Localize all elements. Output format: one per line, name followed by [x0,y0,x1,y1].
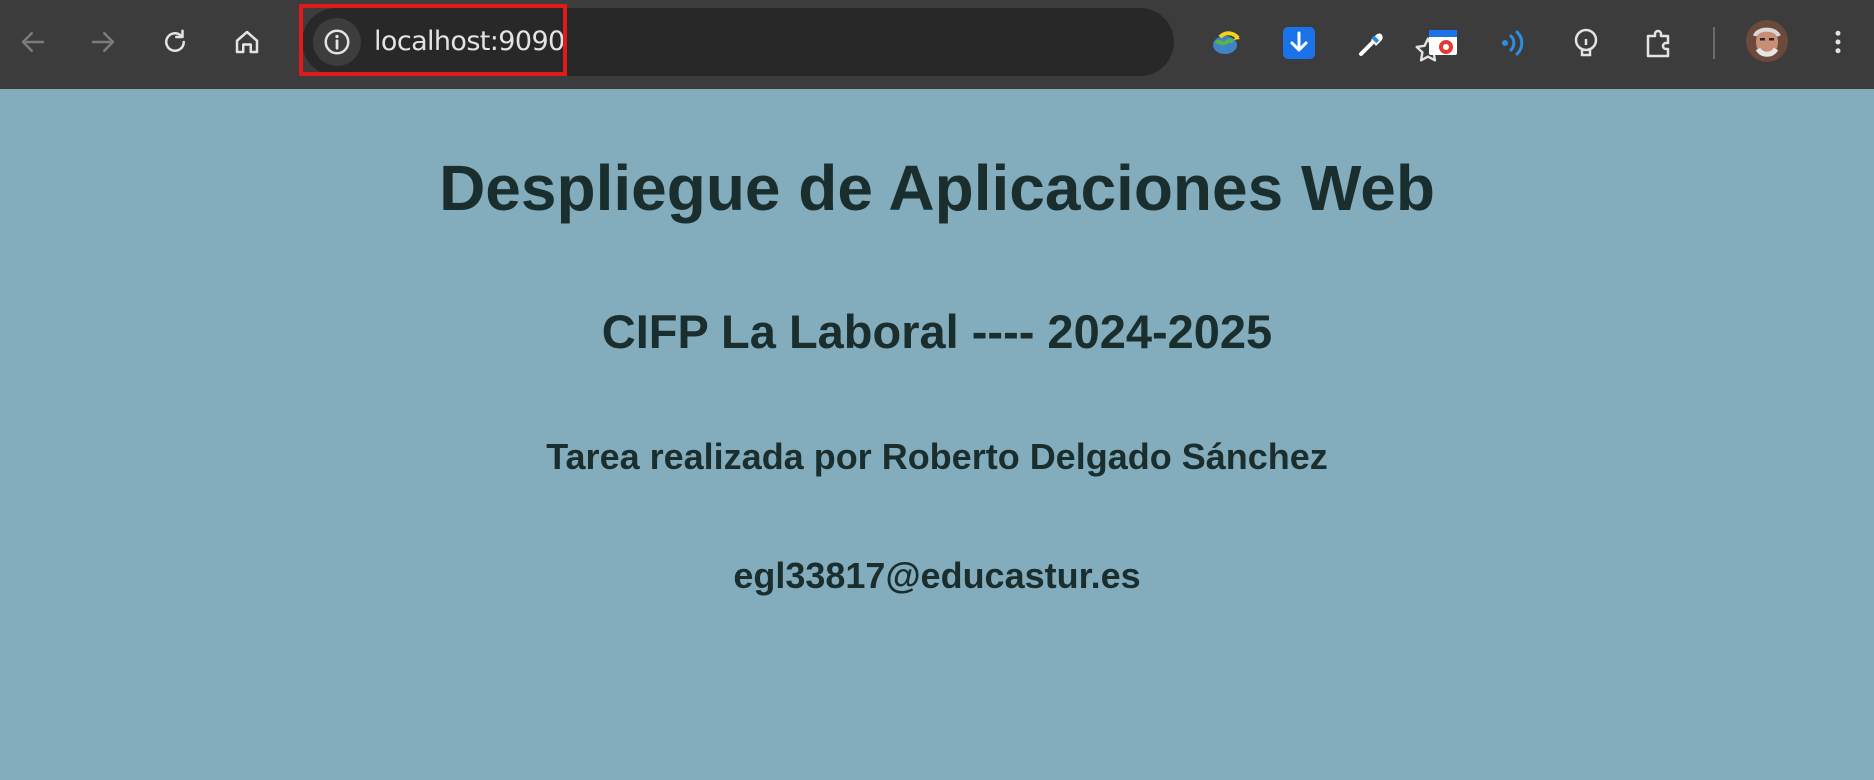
extension-download[interactable] [1277,21,1321,65]
lightbulb-icon [1574,28,1598,57]
home-icon [235,30,259,54]
puzzle-icon [1646,29,1670,58]
extensions-button[interactable] [1637,21,1681,65]
browser-toolbar: localhost:9090 [0,0,1874,89]
page-subtitle: CIFP La Laboral ---- 2024-2025 [601,305,1273,358]
menu-button[interactable] [1820,21,1856,63]
reload-button[interactable] [154,21,196,63]
arrow-left-icon [21,32,45,52]
download-icon [1283,27,1315,59]
arrow-right-icon [91,32,115,52]
kebab-menu-icon [1835,30,1841,54]
toolbar-separator [1713,27,1715,59]
email-line: egl33817@educastur.es [733,555,1141,596]
extension-calendar[interactable] [1421,21,1465,65]
globe-arrow-icon [1213,31,1240,54]
extension-wireless[interactable] [1492,21,1536,65]
page-title: Despliegue de Aplicaciones Web [439,152,1435,224]
back-button[interactable] [12,21,54,63]
page-content: Despliegue de Aplicaciones Web CIFP La L… [0,89,1874,780]
avatar[interactable] [1746,20,1788,62]
extension-globe[interactable] [1204,21,1248,65]
forward-button[interactable] [82,21,124,63]
extension-lightbulb[interactable] [1564,21,1608,65]
author-line: Tarea realizada por Roberto Delgado Sánc… [546,436,1328,477]
calendar-gear-icon [1429,30,1457,55]
profile-photo [1746,20,1788,62]
wireless-icon [1502,30,1524,56]
home-button[interactable] [226,21,268,63]
url-highlight-box [299,4,567,76]
eyedropper-icon [1359,33,1383,56]
extension-eyedropper[interactable] [1349,21,1393,65]
reload-icon [165,29,185,52]
